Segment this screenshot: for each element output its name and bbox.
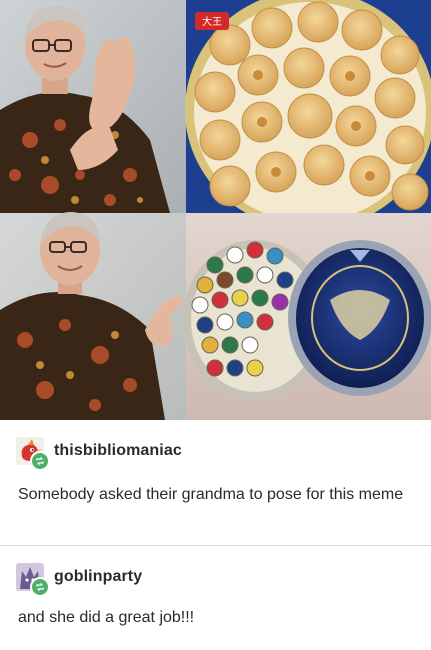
reblog-icon [30,577,50,597]
tin-logo-text: 大王 [202,15,222,28]
post-text: Somebody asked their grandma to pose for… [18,486,404,503]
panel-cookie-tin: 大王 [185,0,431,230]
meme-grid-illustration: 大王 [0,0,431,420]
panel-sewing-tin [183,213,431,420]
username[interactable]: goblinparty [54,568,142,586]
meme-image: 大王 [0,0,431,420]
panel-grandma-pointing [0,212,186,420]
avatar-wrap[interactable] [16,437,50,471]
post-goblinparty: goblinparty and she did a great job!!! [0,545,431,650]
post-header: thisbibliomaniac [16,436,182,471]
post-thisbibliomaniac: thisbibliomaniac Somebody asked their gr… [0,420,431,545]
avatar-wrap[interactable] [16,563,50,597]
panel-grandma-rejecting [0,0,186,213]
post-text: and she did a great job!!! [18,609,195,626]
reblog-icon [30,451,50,471]
post-header: goblinparty [16,562,142,597]
username[interactable]: thisbibliomaniac [54,442,182,460]
